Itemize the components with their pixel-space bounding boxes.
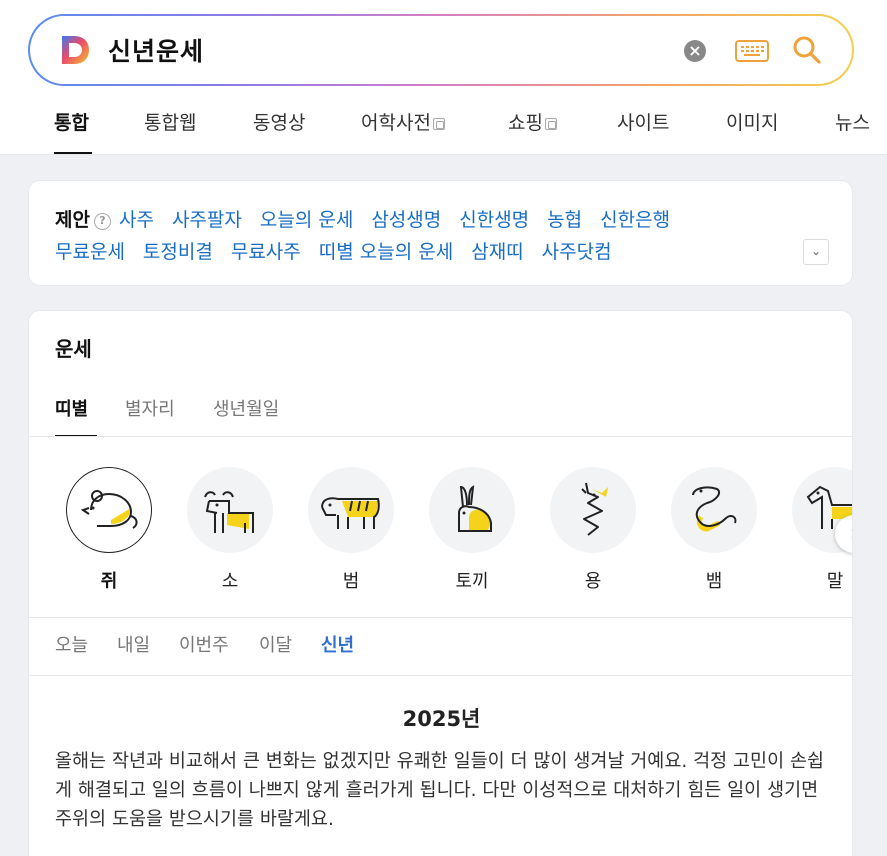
suggestion-link[interactable]: 사주 (119, 209, 154, 231)
divider (29, 675, 852, 676)
subtab-birthdate[interactable]: 생년월일 (213, 395, 279, 421)
zodiac-rat[interactable]: 쥐 (65, 467, 153, 593)
period-this-month[interactable]: 이달 (259, 631, 292, 657)
search-bar[interactable]: 신년운세 × (28, 14, 854, 86)
zodiac-name: 범 (342, 571, 360, 592)
zodiac-rabbit[interactable]: 토끼 (428, 467, 516, 593)
zodiac-name: 말 (826, 571, 844, 592)
tab-integrated[interactable]: 통합 (54, 108, 89, 135)
suggestion-card: 제안? 사주 사주팔자 오늘의 운세 삼성생명 신한생명 농협 신한은행 무료운세 토정비결 무료… (28, 180, 853, 286)
zodiac-name: 토끼 (455, 571, 489, 592)
suggestion-link[interactable]: 신한생명 (459, 209, 529, 231)
dragon-icon (581, 482, 608, 536)
rabbit-icon (458, 485, 492, 532)
zodiac-rabbit-circle (429, 467, 515, 553)
zodiac-ox-circle (187, 467, 273, 553)
suggestion-row-2: 무료운세 토정비결 무료사주 띠별 오늘의 운세 삼재띠 사주닷컴 (55, 237, 630, 264)
subtab-zodiac[interactable]: 띠별 (55, 395, 88, 421)
period-new-year[interactable]: 신년 (321, 631, 354, 657)
tab-image[interactable]: 이미지 (726, 108, 778, 135)
fortune-text: 올해는 작년과 비교해서 큰 변화는 없겠지만 유쾌한 일들이 더 많이 생겨날… (55, 751, 825, 830)
suggestion-link[interactable]: 띠별 오늘의 운세 (319, 241, 453, 263)
zodiac-dragon[interactable]: 용 (549, 467, 637, 593)
external-link-icon (544, 118, 557, 130)
suggestion-link[interactable]: 삼재띠 (471, 241, 523, 263)
subtab-constellation[interactable]: 별자리 (125, 395, 175, 421)
suggestion-link[interactable]: 삼성생명 (371, 209, 441, 231)
tab-shopping[interactable]: 쇼핑 (508, 108, 557, 135)
divider (29, 617, 852, 618)
divider (29, 436, 852, 437)
fortune-year: 2025년 (402, 707, 481, 731)
period-tomorrow[interactable]: 내일 (117, 631, 150, 657)
suggestion-link[interactable]: 오늘의 운세 (260, 209, 353, 231)
rat-icon (80, 490, 138, 529)
snake-icon (692, 486, 737, 532)
search-bar-inner: 신년운세 × (30, 16, 852, 84)
suggestion-link[interactable]: 토정비결 (143, 241, 213, 263)
zodiac-dragon-circle (550, 467, 636, 553)
zodiac-name: 쥐 (100, 571, 118, 592)
tab-news[interactable]: 뉴스 (835, 108, 870, 135)
chevron-down-icon[interactable]: ⌄ (803, 239, 829, 265)
search-tabs: 통합 통합웹 동영상 어학사전 쇼핑 사이트 이미지 뉴스 (0, 100, 887, 155)
zodiac-rat-circle (66, 467, 152, 553)
search-input[interactable]: 신년운세 (108, 32, 204, 68)
suggestion-link[interactable]: 사주닷컴 (542, 241, 612, 263)
fortune-card: 운세 띠별 별자리 생년월일 쥐 소 범 토끼 용 뱀 말 오늘 내일 이번주 … (28, 310, 853, 856)
tab-integrated-web[interactable]: 통합웹 (144, 108, 196, 135)
daum-logo-icon[interactable] (58, 33, 92, 67)
help-icon[interactable]: ? (93, 213, 111, 230)
zodiac-snake-circle (671, 467, 757, 553)
header: 신년운세 × 통합 통합웹 동영상 어학사전 쇼핑 사이트 이미지 뉴스 (0, 0, 887, 155)
suggestion-link[interactable]: 무료사주 (231, 241, 301, 263)
ox-icon (204, 491, 254, 533)
zodiac-snake[interactable]: 뱀 (670, 467, 758, 593)
period-this-week[interactable]: 이번주 (179, 631, 229, 657)
tab-dictionary[interactable]: 어학사전 (361, 108, 445, 135)
suggestion-link[interactable]: 신한은행 (600, 209, 670, 231)
zodiac-name: 용 (584, 571, 602, 592)
fortune-title: 운세 (55, 337, 92, 361)
zodiac-tiger[interactable]: 범 (307, 467, 395, 593)
suggestion-link[interactable]: 농협 (547, 209, 582, 231)
zodiac-name: 소 (221, 571, 239, 592)
search-icon[interactable] (792, 34, 822, 66)
suggestion-link[interactable]: 무료운세 (55, 241, 125, 263)
zodiac-tiger-circle (308, 467, 394, 553)
tab-video[interactable]: 동영상 (253, 108, 305, 135)
zodiac-name: 뱀 (705, 571, 723, 592)
clear-search-icon[interactable]: × (684, 40, 706, 62)
active-tab-indicator (54, 152, 92, 154)
suggestion-row-1: 제안? 사주 사주팔자 오늘의 운세 삼성생명 신한생명 농협 신한은행 (55, 205, 688, 232)
keyboard-icon[interactable] (735, 40, 769, 62)
period-today[interactable]: 오늘 (55, 631, 88, 657)
tab-site[interactable]: 사이트 (617, 108, 669, 135)
tiger-icon (321, 497, 380, 529)
suggestion-label: 제안 (55, 209, 90, 231)
external-link-icon (432, 118, 445, 130)
suggestion-link[interactable]: 사주팔자 (172, 209, 242, 231)
zodiac-ox[interactable]: 소 (186, 467, 274, 593)
